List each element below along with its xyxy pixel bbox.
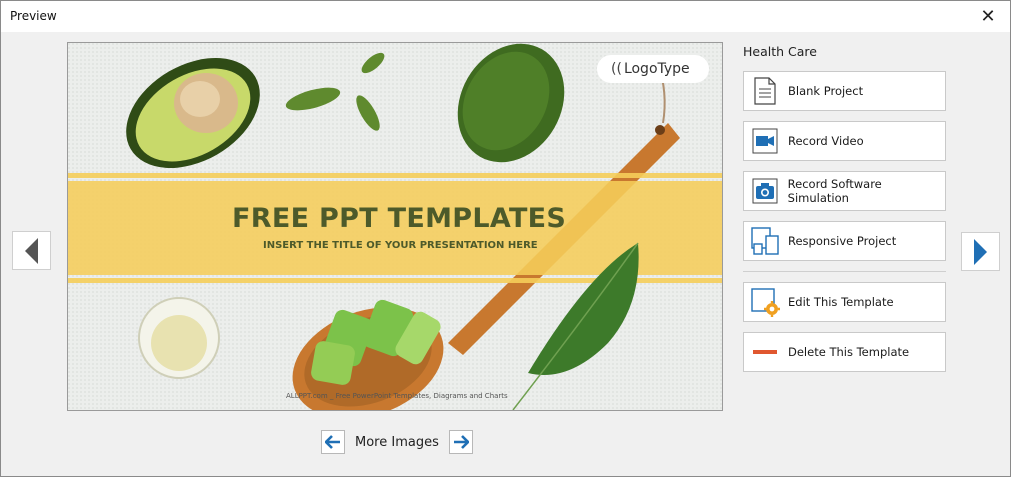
devices-icon bbox=[751, 227, 779, 255]
logo-mark-icon: (( bbox=[611, 61, 622, 77]
edit-template-button[interactable]: Edit This Template bbox=[743, 282, 946, 322]
edit-template-icon bbox=[751, 288, 780, 317]
delete-icon bbox=[753, 350, 777, 354]
delete-template-label: Delete This Template bbox=[788, 345, 910, 359]
slide-headline: FREE PPT TEMPLATES bbox=[232, 203, 567, 234]
video-camera-icon bbox=[752, 128, 778, 154]
record-software-simulation-label: Record Software Simulation bbox=[787, 177, 882, 205]
actions-panel: Health Care Blank Project Record Video R… bbox=[743, 44, 946, 372]
record-video-label: Record Video bbox=[788, 134, 864, 148]
preview-dialog: Preview ✕ ((LogoType FREE PPT TEMPLATES… bbox=[0, 0, 1011, 477]
blank-project-button[interactable]: Blank Project bbox=[743, 71, 946, 111]
logo-badge: (( LogoType bbox=[597, 55, 709, 83]
blank-page-icon bbox=[754, 77, 776, 105]
triangle-left-icon bbox=[24, 237, 38, 264]
window-title: Preview bbox=[10, 9, 57, 23]
category-label: Health Care bbox=[743, 44, 817, 59]
arrow-right-icon bbox=[453, 435, 469, 449]
delete-template-button[interactable]: Delete This Template bbox=[743, 332, 946, 372]
next-image-button[interactable] bbox=[448, 430, 473, 454]
slide-footer: ALLPPT.com _ Free PowerPoint Templates, … bbox=[286, 392, 508, 400]
template-preview-image: (( LogoType FREE PPT TEMPLATES INSERT TH… bbox=[67, 42, 723, 411]
triangle-right-icon bbox=[973, 238, 987, 265]
previous-image-button[interactable] bbox=[321, 430, 345, 454]
more-images-bar: More Images bbox=[321, 430, 473, 454]
title-bar: Preview ✕ bbox=[1, 1, 1010, 32]
slide-subheadline: INSERT THE TITLE OF YOUR PRESENTATION HE… bbox=[263, 240, 538, 251]
edit-template-label: Edit This Template bbox=[788, 295, 894, 309]
responsive-project-label: Responsive Project bbox=[788, 234, 897, 248]
previous-template-button[interactable] bbox=[12, 231, 51, 270]
logo-text: LogoType bbox=[623, 61, 690, 77]
responsive-project-button[interactable]: Responsive Project bbox=[743, 221, 946, 261]
panel-divider bbox=[743, 271, 946, 272]
blank-project-label: Blank Project bbox=[788, 84, 864, 98]
record-video-button[interactable]: Record Video bbox=[743, 121, 946, 161]
arrow-left-icon bbox=[325, 435, 340, 449]
next-template-button[interactable] bbox=[961, 232, 1000, 271]
close-button[interactable]: ✕ bbox=[968, 1, 1008, 32]
record-software-simulation-button[interactable]: Record Software Simulation bbox=[743, 171, 946, 211]
more-images-label: More Images bbox=[355, 434, 439, 450]
close-icon: ✕ bbox=[980, 6, 996, 26]
camera-icon bbox=[752, 178, 778, 204]
glass-jar-illustration bbox=[138, 297, 220, 379]
